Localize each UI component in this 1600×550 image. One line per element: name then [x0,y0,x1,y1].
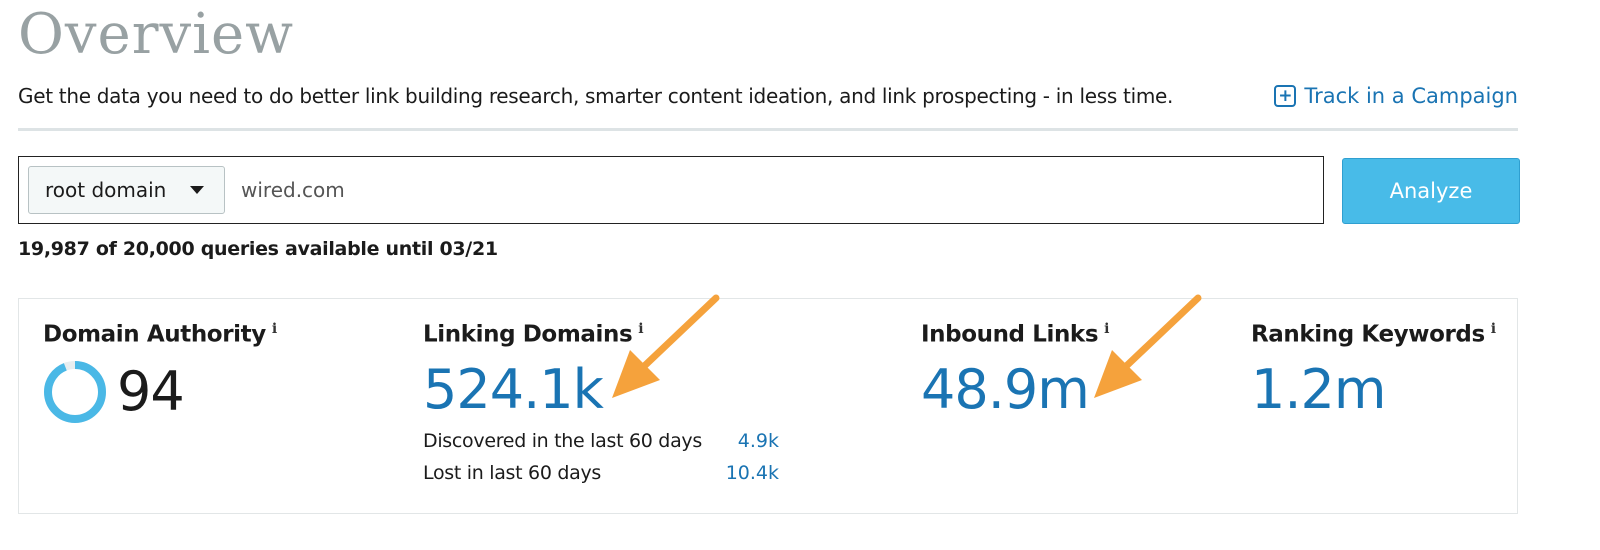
analyze-button[interactable]: Analyze [1342,158,1520,224]
lost-value[interactable]: 10.4k [723,457,779,489]
plus-square-icon: + [1274,85,1297,107]
domain-authority-label: Domain Authority i [43,321,277,348]
info-icon[interactable]: i [272,321,277,337]
inbound-links-metric: Inbound Links i 48.9m [921,321,1109,419]
scope-selected-value: root domain [45,178,167,202]
discovered-value[interactable]: 4.9k [723,425,779,457]
metrics-panel: Domain Authority i 94 Linking Domains i 52… [18,298,1518,514]
annotation-arrow-icon [612,294,720,398]
track-in-campaign-link[interactable]: + Track in a Campaign [1274,84,1518,108]
ranking-keywords-value[interactable]: 1.2m [1251,359,1496,419]
track-in-campaign-label: Track in a Campaign [1304,84,1518,108]
inbound-links-label: Inbound Links i [921,321,1110,348]
page-title: Overview [18,2,295,67]
domain-authority-ring [44,360,106,423]
header-divider [18,128,1518,131]
ranking-keywords-metric: Ranking Keywords i 1.2m [1251,321,1496,419]
discovered-label: Discovered in the last 60 days [423,430,702,453]
domain-authority-metric: Domain Authority i 94 [43,321,277,424]
inbound-links-value[interactable]: 48.9m [921,359,1109,419]
lost-row: Lost in last 60 days 10.4k [423,457,779,489]
page-subtitle: Get the data you need to do better link … [18,84,1174,108]
ranking-keywords-label: Ranking Keywords i [1251,321,1496,348]
search-bar: root domain [18,156,1324,224]
info-icon[interactable]: i [1491,321,1496,337]
caret-down-icon [190,186,204,194]
query-quota-text: 19,987 of 20,000 queries available until… [18,238,498,260]
domain-input[interactable] [241,170,1281,210]
discovered-row: Discovered in the last 60 days 4.9k [423,425,779,457]
scope-dropdown[interactable]: root domain [28,166,225,214]
annotation-arrow-icon [1094,294,1202,398]
domain-authority-value: 94 [117,359,185,423]
lost-label: Lost in last 60 days [423,462,601,485]
